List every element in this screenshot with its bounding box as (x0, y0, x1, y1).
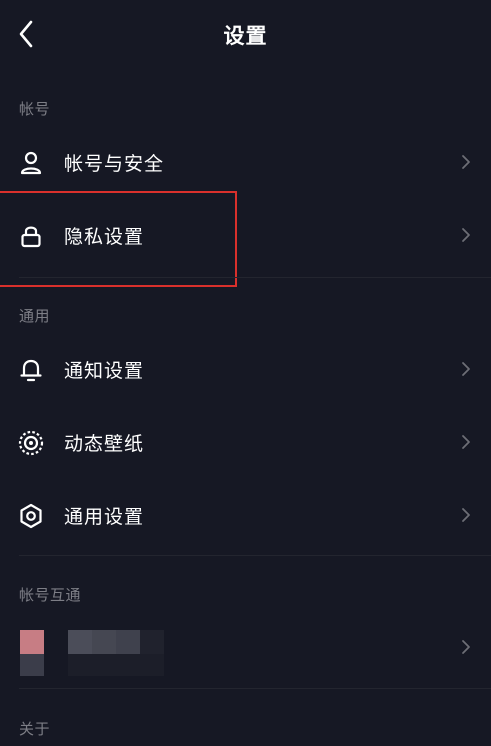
chevron-right-icon (461, 361, 471, 377)
general-settings-item[interactable]: 通用设置 (0, 485, 491, 545)
chevron-right-icon (461, 434, 471, 450)
user-icon (18, 150, 44, 176)
live-wallpaper-label: 动态壁纸 (64, 433, 145, 455)
linked-account-item[interactable] (0, 617, 491, 677)
section-label-account: 帐号 (19, 100, 51, 118)
section-divider (19, 277, 491, 278)
bell-icon (18, 357, 44, 383)
top-bar: 设置 (0, 0, 491, 70)
notification-settings-item[interactable]: 通知设置 (0, 339, 491, 399)
live-wallpaper-icon (18, 430, 44, 456)
privacy-settings-label: 隐私设置 (64, 226, 145, 248)
section-label-about: 关于 (19, 720, 51, 738)
chevron-right-icon (461, 154, 471, 170)
general-settings-label: 通用设置 (64, 506, 145, 528)
chevron-right-icon (461, 507, 471, 523)
chevron-right-icon (461, 227, 471, 243)
section-label-general: 通用 (19, 307, 51, 325)
page-title: 设置 (223, 24, 268, 48)
live-wallpaper-item[interactable]: 动态壁纸 (0, 412, 491, 472)
gear-icon (18, 503, 44, 529)
chevron-right-icon (461, 639, 471, 655)
section-divider (19, 688, 491, 689)
section-divider (19, 555, 491, 556)
notification-settings-label: 通知设置 (64, 360, 145, 382)
privacy-settings-item[interactable]: 隐私设置 (0, 205, 491, 265)
account-security-item[interactable]: 帐号与安全 (0, 132, 491, 192)
lock-icon (18, 223, 44, 249)
section-label-linked-accounts: 帐号互通 (19, 586, 82, 604)
account-security-label: 帐号与安全 (64, 153, 165, 175)
